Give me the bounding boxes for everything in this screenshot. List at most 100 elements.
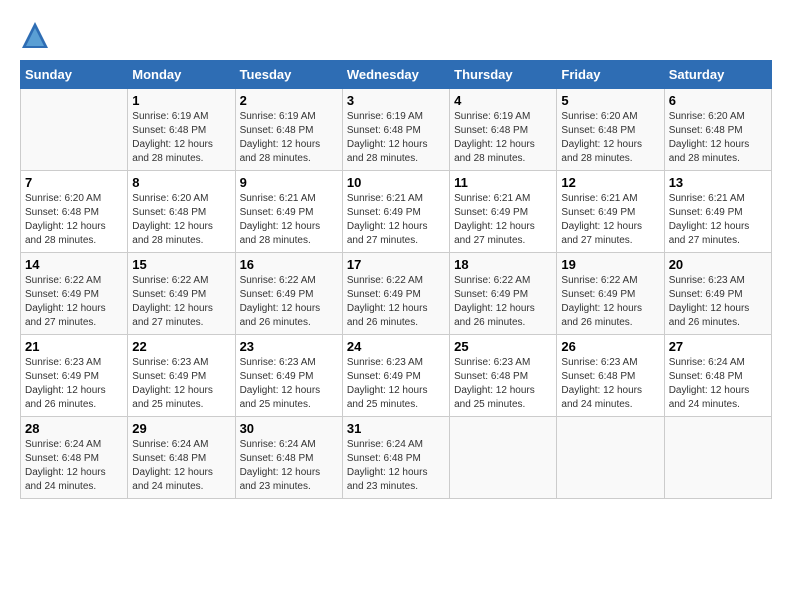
day-info: Sunrise: 6:21 AMSunset: 6:49 PMDaylight:…: [347, 192, 445, 248]
calendar-cell: 9 Sunrise: 6:21 AMSunset: 6:49 PMDaylight…: [235, 171, 342, 253]
column-header-tuesday: Tuesday: [235, 61, 342, 89]
calendar-cell: 27Sunrise: 6:24 AMSunset: 6:48 PMDayligh…: [664, 335, 771, 417]
day-number: 28: [25, 421, 123, 436]
day-number: 17: [347, 257, 445, 272]
day-number: 5: [561, 93, 659, 108]
calendar-cell: 17 Sunrise: 6:22 AMSunset: 6:49 PMDayligh…: [342, 253, 449, 335]
day-info: Sunrise: 6:21 AMSunset: 6:49 PMDaylight:…: [454, 192, 552, 248]
day-info: Sunrise: 6:20 AMSunset: 6:48 PMDaylight:…: [132, 192, 230, 248]
day-number: 18: [454, 257, 552, 272]
day-number: 19: [561, 257, 659, 272]
logo-icon: [20, 20, 50, 50]
day-number: 20: [669, 257, 767, 272]
calendar-cell: 3Sunrise: 6:19 AMSunset: 6:48 PMDaylight…: [342, 89, 449, 171]
day-number: 12: [561, 175, 659, 190]
calendar-week-2: 7 Sunrise: 6:20 AMSunset: 6:48 PMDaylight…: [21, 171, 772, 253]
day-number: 6: [669, 93, 767, 108]
day-info: Sunrise: 6:20 AMSunset: 6:48 PMDaylight:…: [669, 110, 767, 166]
day-info: Sunrise: 6:23 AMSunset: 6:48 PMDaylight:…: [454, 356, 552, 412]
day-number: 25: [454, 339, 552, 354]
day-info: Sunrise: 6:23 AMSunset: 6:48 PMDaylight:…: [561, 356, 659, 412]
day-info: Sunrise: 6:19 AMSunset: 6:48 PMDaylight:…: [132, 110, 230, 166]
calendar-body: 1 Sunrise: 6:19 AMSunset: 6:48 PMDaylight…: [21, 89, 772, 499]
day-number: 31: [347, 421, 445, 436]
calendar-cell: 1 Sunrise: 6:19 AMSunset: 6:48 PMDaylight…: [128, 89, 235, 171]
day-info: Sunrise: 6:22 AMSunset: 6:49 PMDaylight:…: [240, 274, 338, 330]
calendar-week-4: 21 Sunrise: 6:23 AMSunset: 6:49 PMDayligh…: [21, 335, 772, 417]
day-number: 7: [25, 175, 123, 190]
day-info: Sunrise: 6:22 AMSunset: 6:49 PMDaylight:…: [347, 274, 445, 330]
day-info: Sunrise: 6:22 AMSunset: 6:49 PMDaylight:…: [454, 274, 552, 330]
column-header-thursday: Thursday: [450, 61, 557, 89]
day-number: 13: [669, 175, 767, 190]
day-info: Sunrise: 6:24 AMSunset: 6:48 PMDaylight:…: [240, 438, 338, 494]
day-number: 2: [240, 93, 338, 108]
day-info: Sunrise: 6:24 AMSunset: 6:48 PMDaylight:…: [25, 438, 123, 494]
day-info: Sunrise: 6:23 AMSunset: 6:49 PMDaylight:…: [132, 356, 230, 412]
column-header-friday: Friday: [557, 61, 664, 89]
calendar-cell: 29Sunrise: 6:24 AMSunset: 6:48 PMDayligh…: [128, 417, 235, 499]
calendar-cell: 4 Sunrise: 6:19 AMSunset: 6:48 PMDaylight…: [450, 89, 557, 171]
page-header: [20, 20, 772, 50]
calendar-cell: 22 Sunrise: 6:23 AMSunset: 6:49 PMDayligh…: [128, 335, 235, 417]
calendar-cell: 14 Sunrise: 6:22 AMSunset: 6:49 PMDayligh…: [21, 253, 128, 335]
calendar-cell: 6 Sunrise: 6:20 AMSunset: 6:48 PMDaylight…: [664, 89, 771, 171]
day-number: 14: [25, 257, 123, 272]
day-info: Sunrise: 6:23 AMSunset: 6:49 PMDaylight:…: [347, 356, 445, 412]
day-info: Sunrise: 6:19 AMSunset: 6:48 PMDaylight:…: [240, 110, 338, 166]
calendar-cell: 16 Sunrise: 6:22 AMSunset: 6:49 PMDayligh…: [235, 253, 342, 335]
calendar-cell: [450, 417, 557, 499]
day-number: 10: [347, 175, 445, 190]
calendar-cell: 18 Sunrise: 6:22 AMSunset: 6:49 PMDayligh…: [450, 253, 557, 335]
day-number: 22: [132, 339, 230, 354]
calendar-table: SundayMondayTuesdayWednesdayThursdayFrid…: [20, 60, 772, 499]
day-number: 11: [454, 175, 552, 190]
column-header-wednesday: Wednesday: [342, 61, 449, 89]
calendar-cell: 19Sunrise: 6:22 AMSunset: 6:49 PMDayligh…: [557, 253, 664, 335]
calendar-cell: [21, 89, 128, 171]
column-header-sunday: Sunday: [21, 61, 128, 89]
day-info: Sunrise: 6:20 AMSunset: 6:48 PMDaylight:…: [25, 192, 123, 248]
day-number: 16: [240, 257, 338, 272]
calendar-cell: 28 Sunrise: 6:24 AMSunset: 6:48 PMDayligh…: [21, 417, 128, 499]
calendar-cell: 12 Sunrise: 6:21 AMSunset: 6:49 PMDayligh…: [557, 171, 664, 253]
day-info: Sunrise: 6:24 AMSunset: 6:48 PMDaylight:…: [347, 438, 445, 494]
logo: [20, 20, 54, 50]
day-number: 23: [240, 339, 338, 354]
day-info: Sunrise: 6:19 AMSunset: 6:48 PMDaylight:…: [347, 110, 445, 166]
day-info: Sunrise: 6:21 AMSunset: 6:49 PMDaylight:…: [669, 192, 767, 248]
day-info: Sunrise: 6:23 AMSunset: 6:49 PMDaylight:…: [25, 356, 123, 412]
day-info: Sunrise: 6:19 AMSunset: 6:48 PMDaylight:…: [454, 110, 552, 166]
calendar-header-row: SundayMondayTuesdayWednesdayThursdayFrid…: [21, 61, 772, 89]
calendar-cell: [664, 417, 771, 499]
day-number: 27: [669, 339, 767, 354]
calendar-cell: 10 Sunrise: 6:21 AMSunset: 6:49 PMDayligh…: [342, 171, 449, 253]
calendar-cell: 25 Sunrise: 6:23 AMSunset: 6:48 PMDayligh…: [450, 335, 557, 417]
calendar-week-1: 1 Sunrise: 6:19 AMSunset: 6:48 PMDaylight…: [21, 89, 772, 171]
day-number: 9: [240, 175, 338, 190]
calendar-week-3: 14 Sunrise: 6:22 AMSunset: 6:49 PMDayligh…: [21, 253, 772, 335]
calendar-cell: 31 Sunrise: 6:24 AMSunset: 6:48 PMDayligh…: [342, 417, 449, 499]
calendar-cell: 15Sunrise: 6:22 AMSunset: 6:49 PMDayligh…: [128, 253, 235, 335]
day-info: Sunrise: 6:21 AMSunset: 6:49 PMDaylight:…: [240, 192, 338, 248]
day-info: Sunrise: 6:22 AMSunset: 6:49 PMDaylight:…: [132, 274, 230, 330]
calendar-cell: 20 Sunrise: 6:23 AMSunset: 6:49 PMDayligh…: [664, 253, 771, 335]
day-info: Sunrise: 6:23 AMSunset: 6:49 PMDaylight:…: [669, 274, 767, 330]
calendar-cell: 13 Sunrise: 6:21 AMSunset: 6:49 PMDayligh…: [664, 171, 771, 253]
calendar-cell: 8 Sunrise: 6:20 AMSunset: 6:48 PMDaylight…: [128, 171, 235, 253]
calendar-cell: [557, 417, 664, 499]
day-number: 1: [132, 93, 230, 108]
calendar-cell: 21 Sunrise: 6:23 AMSunset: 6:49 PMDayligh…: [21, 335, 128, 417]
day-number: 24: [347, 339, 445, 354]
calendar-cell: 11 Sunrise: 6:21 AMSunset: 6:49 PMDayligh…: [450, 171, 557, 253]
day-info: Sunrise: 6:20 AMSunset: 6:48 PMDaylight:…: [561, 110, 659, 166]
calendar-cell: 7 Sunrise: 6:20 AMSunset: 6:48 PMDaylight…: [21, 171, 128, 253]
day-number: 21: [25, 339, 123, 354]
day-info: Sunrise: 6:22 AMSunset: 6:49 PMDaylight:…: [25, 274, 123, 330]
day-number: 26: [561, 339, 659, 354]
day-number: 30: [240, 421, 338, 436]
day-info: Sunrise: 6:21 AMSunset: 6:49 PMDaylight:…: [561, 192, 659, 248]
day-number: 4: [454, 93, 552, 108]
calendar-week-5: 28 Sunrise: 6:24 AMSunset: 6:48 PMDayligh…: [21, 417, 772, 499]
day-number: 8: [132, 175, 230, 190]
